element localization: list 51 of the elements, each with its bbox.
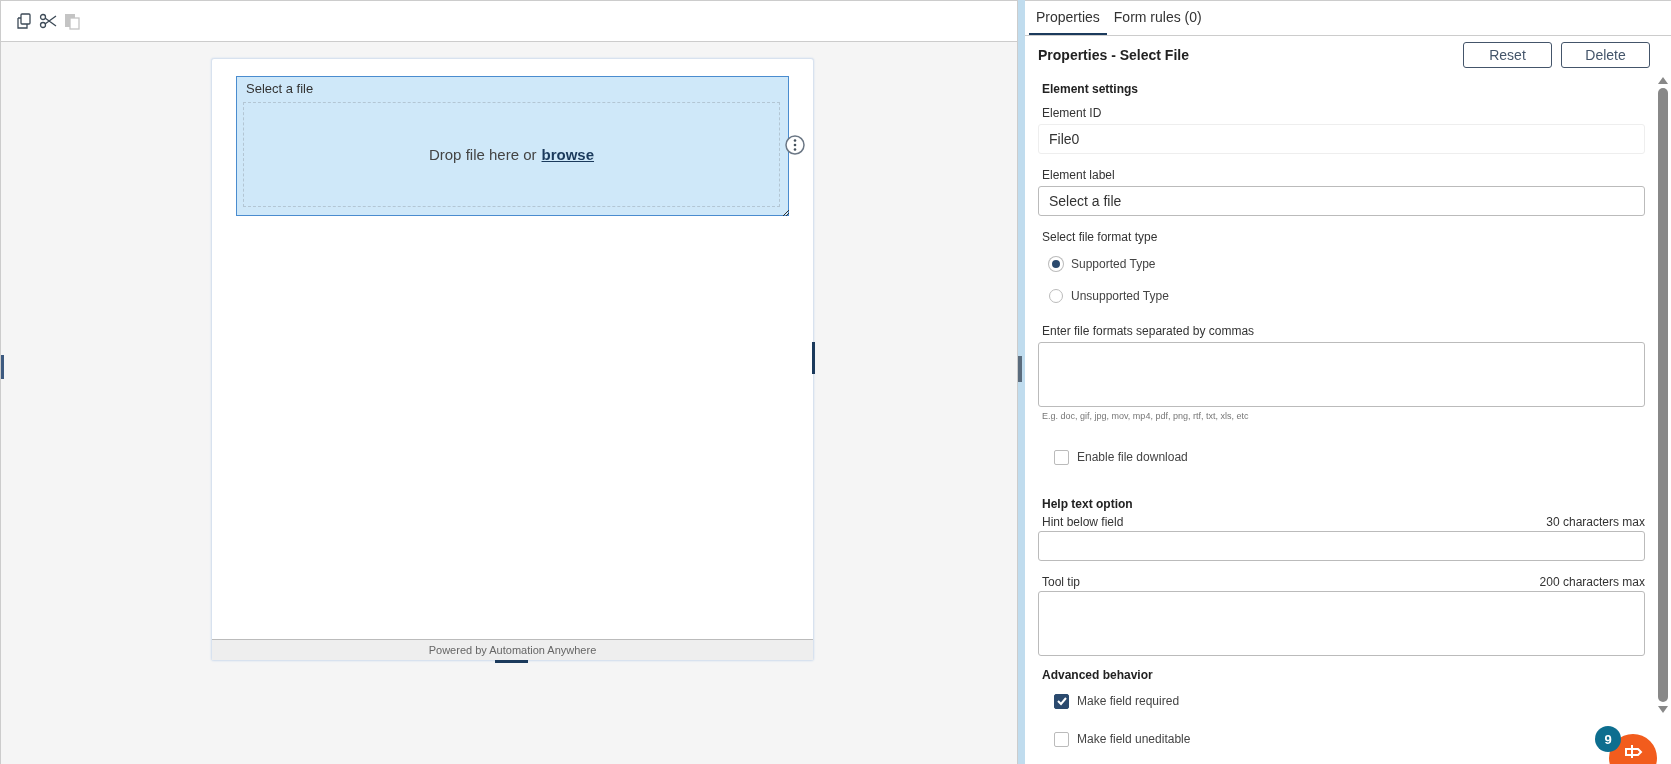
reset-button[interactable]: Reset [1463,42,1552,68]
scroll-down-icon[interactable] [1658,706,1668,714]
scrollbar-thumb[interactable] [1658,88,1668,702]
drop-text: Drop file here or [428,146,537,163]
radio-label: Unsupported Type [1071,289,1169,303]
form-footer: Powered by Automation Anywhere [212,639,813,660]
signpost-icon [1622,744,1644,758]
resize-grip-icon[interactable] [782,209,790,217]
checkbox-label: Enable file download [1077,450,1188,464]
file-element-label: Select a file [246,81,314,96]
drop-zone[interactable]: Drop file here or browse [243,102,780,207]
field-label: Element ID [1041,106,1103,120]
file-formats-textarea[interactable] [1038,342,1645,407]
checkbox[interactable] [1054,731,1069,747]
panel-tab[interactable]: Form rules (0) [1106,1,1209,35]
radio-option[interactable]: Unsupported Type [1038,280,1645,312]
copy-icon[interactable] [15,12,33,30]
panel-resize-handle[interactable] [1018,356,1022,382]
section-heading: Advanced behavior [1041,668,1154,682]
element-id-field[interactable]: File0 [1038,124,1645,154]
delete-button[interactable]: Delete [1561,42,1650,68]
field-label: Enter file formats separated by commas [1041,324,1256,338]
radio-option[interactable]: Supported Type [1038,248,1645,280]
section-heading: Help text option [1041,497,1134,511]
field-hint: E.g. doc, gif, jpg, mov, mp4, pdf, png, rtf, txt, xls, etc [1041,411,1250,421]
field-label: Element label [1041,168,1116,182]
scroll-up-icon[interactable] [1658,76,1668,84]
browse-link[interactable]: browse [541,146,595,163]
more-options-icon[interactable] [785,135,805,155]
radio-label: Supported Type [1071,257,1156,271]
field-label: Hint below field [1042,515,1124,529]
character-limit: 200 characters max [1539,575,1645,589]
panel-title: Properties - Select File [1038,47,1189,63]
element-label-field[interactable]: Select a file [1038,186,1645,216]
checkbox[interactable] [1054,693,1069,709]
resize-handle[interactable] [1,355,4,379]
resize-handle[interactable] [495,660,528,663]
notification-badge: 9 [1595,726,1621,752]
file-upload-element[interactable]: Select a file Drop file here or browse [236,76,789,216]
scissors-icon[interactable] [39,12,57,30]
checkbox[interactable] [1054,449,1069,465]
field-label: Select file format type [1041,230,1159,244]
panel-tab[interactable]: Properties [1029,1,1107,35]
character-limit: 30 characters max [1546,515,1645,529]
field-label: Tool tip [1042,575,1081,589]
checkbox-label: Make field required [1077,694,1180,708]
resize-handle[interactable] [812,342,815,374]
section-heading: Element settings [1041,82,1140,96]
hint-field[interactable] [1038,531,1645,561]
tooltip-textarea[interactable] [1038,591,1645,656]
checkbox-label: Make field uneditable [1077,732,1191,746]
